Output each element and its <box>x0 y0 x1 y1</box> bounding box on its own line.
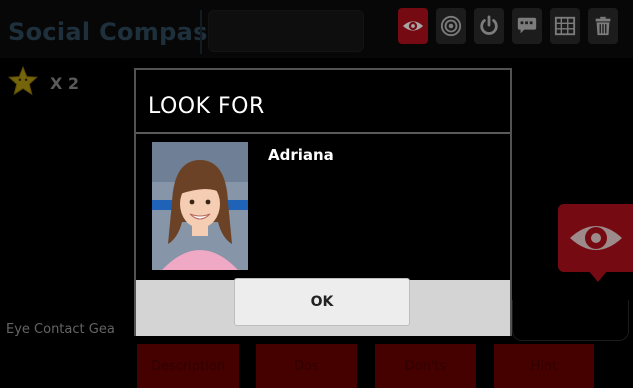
person-photo <box>152 142 248 270</box>
look-for-dialog: LOOK FOR Adriana OK <box>134 68 512 336</box>
app-screen: Social Compass X 2 Eye Contact Gea Descr… <box>0 0 633 388</box>
dialog-divider <box>136 132 510 134</box>
person-name: Adriana <box>268 146 334 164</box>
ok-button[interactable]: OK <box>234 278 410 326</box>
dialog-title: LOOK FOR <box>148 94 265 119</box>
